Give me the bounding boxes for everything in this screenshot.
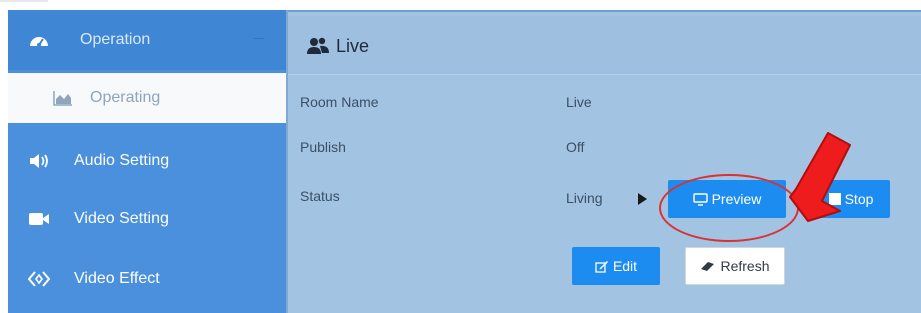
panel-divider — [288, 74, 921, 75]
sidebar-item-label: Video Setting — [74, 210, 169, 227]
effect-icon — [28, 270, 50, 288]
play-icon — [638, 193, 647, 205]
panel-title: Live — [336, 36, 370, 56]
status-value: Living — [566, 190, 603, 206]
publish-label: Publish — [300, 139, 346, 155]
sidebar-item-video-setting[interactable]: Video Setting — [8, 190, 286, 248]
sidebar-item-label: Video Effect — [74, 270, 160, 287]
edit-label: Edit — [612, 258, 638, 274]
panel-header: Live — [288, 16, 921, 74]
annotation-circle — [659, 174, 799, 242]
top-strip-tick — [0, 0, 48, 2]
panel-top-border — [288, 10, 921, 12]
top-strip — [0, 0, 921, 6]
volume-icon — [28, 152, 50, 170]
eraser-icon — [700, 260, 716, 272]
sidebar-item-audio-setting[interactable]: Audio Setting — [8, 132, 286, 190]
sidebar-header-label: Operation — [80, 31, 151, 48]
collapse-icon[interactable] — [254, 38, 264, 39]
edit-icon — [595, 260, 609, 273]
sidebar: Operation Operating Audio Setting Video … — [8, 10, 286, 313]
annotation-arrow-icon — [789, 132, 851, 222]
publish-value: Off — [566, 139, 585, 155]
sidebar-item-operating[interactable]: Operating — [8, 73, 286, 123]
refresh-label: Refresh — [720, 258, 770, 274]
sidebar-item-label: Operating — [90, 89, 161, 106]
live-panel: Live Room Name Live Publish Off Status L… — [286, 10, 921, 313]
video-camera-icon — [28, 210, 50, 228]
status-label: Status — [300, 188, 340, 204]
refresh-button[interactable]: Refresh — [685, 247, 785, 285]
sidebar-header-operation[interactable]: Operation — [8, 10, 286, 70]
room-name-value: Live — [566, 94, 592, 110]
area-chart-icon — [52, 89, 74, 107]
sidebar-item-video-effect[interactable]: Video Effect — [8, 250, 286, 308]
dashboard-icon — [28, 31, 50, 49]
edit-button[interactable]: Edit — [572, 247, 660, 285]
room-name-label: Room Name — [300, 94, 379, 110]
users-icon — [306, 36, 330, 61]
sidebar-item-label: Audio Setting — [74, 152, 170, 169]
